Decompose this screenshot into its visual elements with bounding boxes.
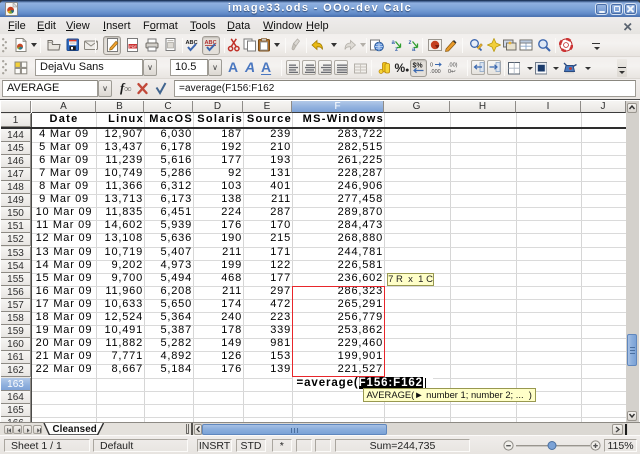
svg-text:0: 0 (430, 63, 433, 69)
svg-text:.00): .00) (448, 63, 458, 69)
svg-text:0↩: 0↩ (448, 69, 456, 75)
svg-text:PDF: PDF (129, 45, 137, 49)
svg-text:z: z (408, 40, 411, 46)
svg-text:a: a (392, 40, 396, 46)
svg-text:$%: $% (413, 63, 424, 70)
svg-text:.000: .000 (430, 69, 441, 75)
